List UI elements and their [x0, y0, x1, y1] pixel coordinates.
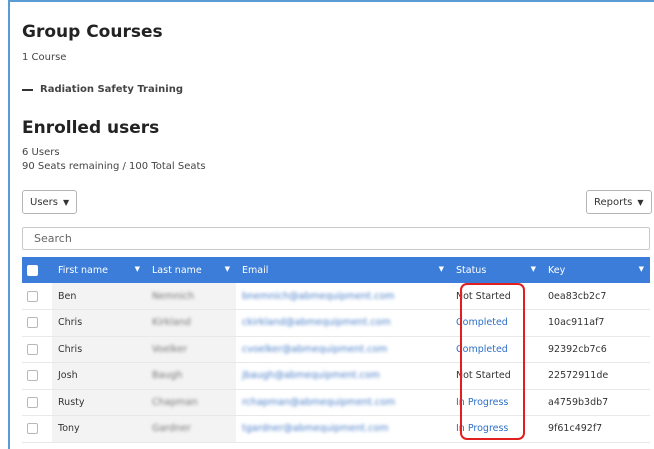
first-name-cell: Tony [52, 415, 146, 442]
sort-arrow-icon: ▼ [134, 265, 140, 273]
key-cell: a4759b3db7 [548, 396, 609, 408]
last-name-cell: Baugh [146, 362, 236, 389]
table-row: Chris Kirkland ckirkland@abmequipment.co… [22, 309, 650, 337]
course-item[interactable]: Radiation Safety Training [22, 84, 183, 95]
email-link[interactable]: rchapman@abmequipment.com [242, 397, 395, 408]
status-link[interactable]: Completed [450, 336, 542, 363]
course-name: Radiation Safety Training [40, 84, 183, 95]
last-name-cell: Kirkland [146, 309, 236, 336]
header-status[interactable]: Status ▼ [450, 257, 542, 283]
email-link[interactable]: cvoelker@abmequipment.com [242, 344, 387, 355]
table-row: Tony Gardner tgardner@abmequipment.com I… [22, 415, 650, 443]
email-link[interactable]: ckirkland@abmequipment.com [242, 317, 391, 328]
reports-button-label: Reports [594, 196, 633, 208]
sort-arrow-icon: ▼ [224, 265, 230, 273]
row-select-cell [22, 416, 52, 443]
status-link[interactable]: In Progress [450, 416, 542, 443]
last-name-value: Nemnich [152, 290, 195, 302]
row-select-cell [22, 283, 52, 310]
email-cell: rchapman@abmequipment.com [236, 389, 450, 416]
email-cell: ckirkland@abmequipment.com [236, 310, 450, 337]
row-checkbox[interactable] [27, 396, 38, 408]
status-cell: Not Started [456, 370, 511, 382]
row-checkbox[interactable] [27, 370, 38, 382]
row-checkbox[interactable] [27, 343, 38, 355]
status-link[interactable]: In Progress [450, 389, 542, 416]
header-first-name-label: First name [58, 264, 108, 276]
header-first-name[interactable]: First name ▼ [52, 257, 146, 283]
email-cell: jbaugh@abmequipment.com [236, 363, 450, 390]
last-name-value: Baugh [152, 370, 183, 382]
search-placeholder: Search [34, 232, 72, 245]
key-cell: 0ea83cb2c7 [548, 290, 607, 302]
sort-arrow-icon: ▼ [638, 265, 644, 273]
email-link[interactable]: bnemnich@abmequipment.com [242, 291, 394, 302]
header-email-label: Email [242, 264, 269, 276]
row-select-cell [22, 310, 52, 337]
select-all-checkbox[interactable] [27, 264, 38, 276]
key-cell: 9f61c492f7 [548, 423, 603, 435]
last-name-cell: Nemnich [146, 283, 236, 310]
row-checkbox[interactable] [27, 290, 38, 302]
header-status-label: Status [456, 264, 487, 276]
status-cell: Not Started [456, 290, 511, 302]
email-link[interactable]: tgardner@abmequipment.com [242, 423, 388, 434]
header-key[interactable]: Key ▼ [542, 257, 650, 283]
first-name-cell: Ben [52, 283, 146, 310]
email-cell: bnemnich@abmequipment.com [236, 283, 450, 310]
table-header-row: First name ▼ Last name ▼ Email ▼ Status ▼ Ke… [22, 257, 650, 283]
key-cell: 92392cb7c6 [548, 343, 607, 355]
sort-arrow-icon: ▼ [438, 265, 444, 273]
sort-arrow-icon: ▼ [530, 265, 536, 273]
seats-info: 90 Seats remaining / 100 Total Seats [22, 161, 206, 172]
last-name-value: Voelker [152, 343, 187, 355]
email-link[interactable]: jbaugh@abmequipment.com [242, 370, 380, 381]
dash-icon [22, 88, 33, 91]
last-name-value: Chapman [152, 396, 198, 408]
user-count: 6 Users [22, 147, 60, 158]
row-select-cell [22, 336, 52, 363]
last-name-value: Kirkland [152, 317, 191, 329]
table-row: Ben Nemnich bnemnich@abmequipment.com No… [22, 283, 650, 310]
table-row: Rusty Chapman rchapman@abmequipment.com … [22, 389, 650, 416]
first-name-cell: Chris [52, 309, 146, 336]
reports-dropdown-button[interactable]: Reports ▼ [586, 190, 652, 214]
header-key-label: Key [548, 264, 566, 276]
header-last-name[interactable]: Last name ▼ [146, 257, 236, 283]
enrolled-users-table: First name ▼ Last name ▼ Email ▼ Status ▼ Ke… [22, 257, 650, 443]
chevron-down-icon: ▼ [63, 197, 70, 207]
key-cell: 22572911de [548, 370, 609, 382]
header-email[interactable]: Email ▼ [236, 257, 450, 283]
course-count: 1 Course [22, 52, 67, 63]
users-button-label: Users [30, 196, 59, 208]
last-name-cell: Gardner [146, 415, 236, 442]
email-cell: tgardner@abmequipment.com [236, 416, 450, 443]
search-input[interactable]: Search [22, 227, 650, 250]
group-courses-title: Group Courses [22, 22, 163, 42]
table-row: Josh Baugh jbaugh@abmequipment.com Not S… [22, 362, 650, 390]
row-select-cell [22, 363, 52, 390]
key-cell: 10ac911af7 [548, 317, 605, 329]
row-checkbox[interactable] [27, 423, 38, 435]
email-cell: cvoelker@abmequipment.com [236, 336, 450, 363]
last-name-value: Gardner [152, 423, 191, 435]
last-name-cell: Chapman [146, 389, 236, 416]
last-name-cell: Voelker [146, 336, 236, 363]
row-select-cell [22, 389, 52, 416]
users-dropdown-button[interactable]: Users ▼ [22, 190, 78, 214]
first-name-cell: Chris [52, 336, 146, 363]
enrolled-users-title: Enrolled users [22, 118, 160, 138]
status-link[interactable]: Completed [450, 310, 542, 337]
header-last-name-label: Last name [152, 264, 202, 276]
first-name-cell: Rusty [52, 389, 146, 416]
first-name-cell: Josh [52, 362, 146, 389]
select-all-cell [22, 257, 52, 283]
chevron-down-icon: ▼ [637, 197, 644, 207]
table-row: Chris Voelker cvoelker@abmequipment.com … [22, 336, 650, 363]
row-checkbox[interactable] [27, 317, 38, 329]
